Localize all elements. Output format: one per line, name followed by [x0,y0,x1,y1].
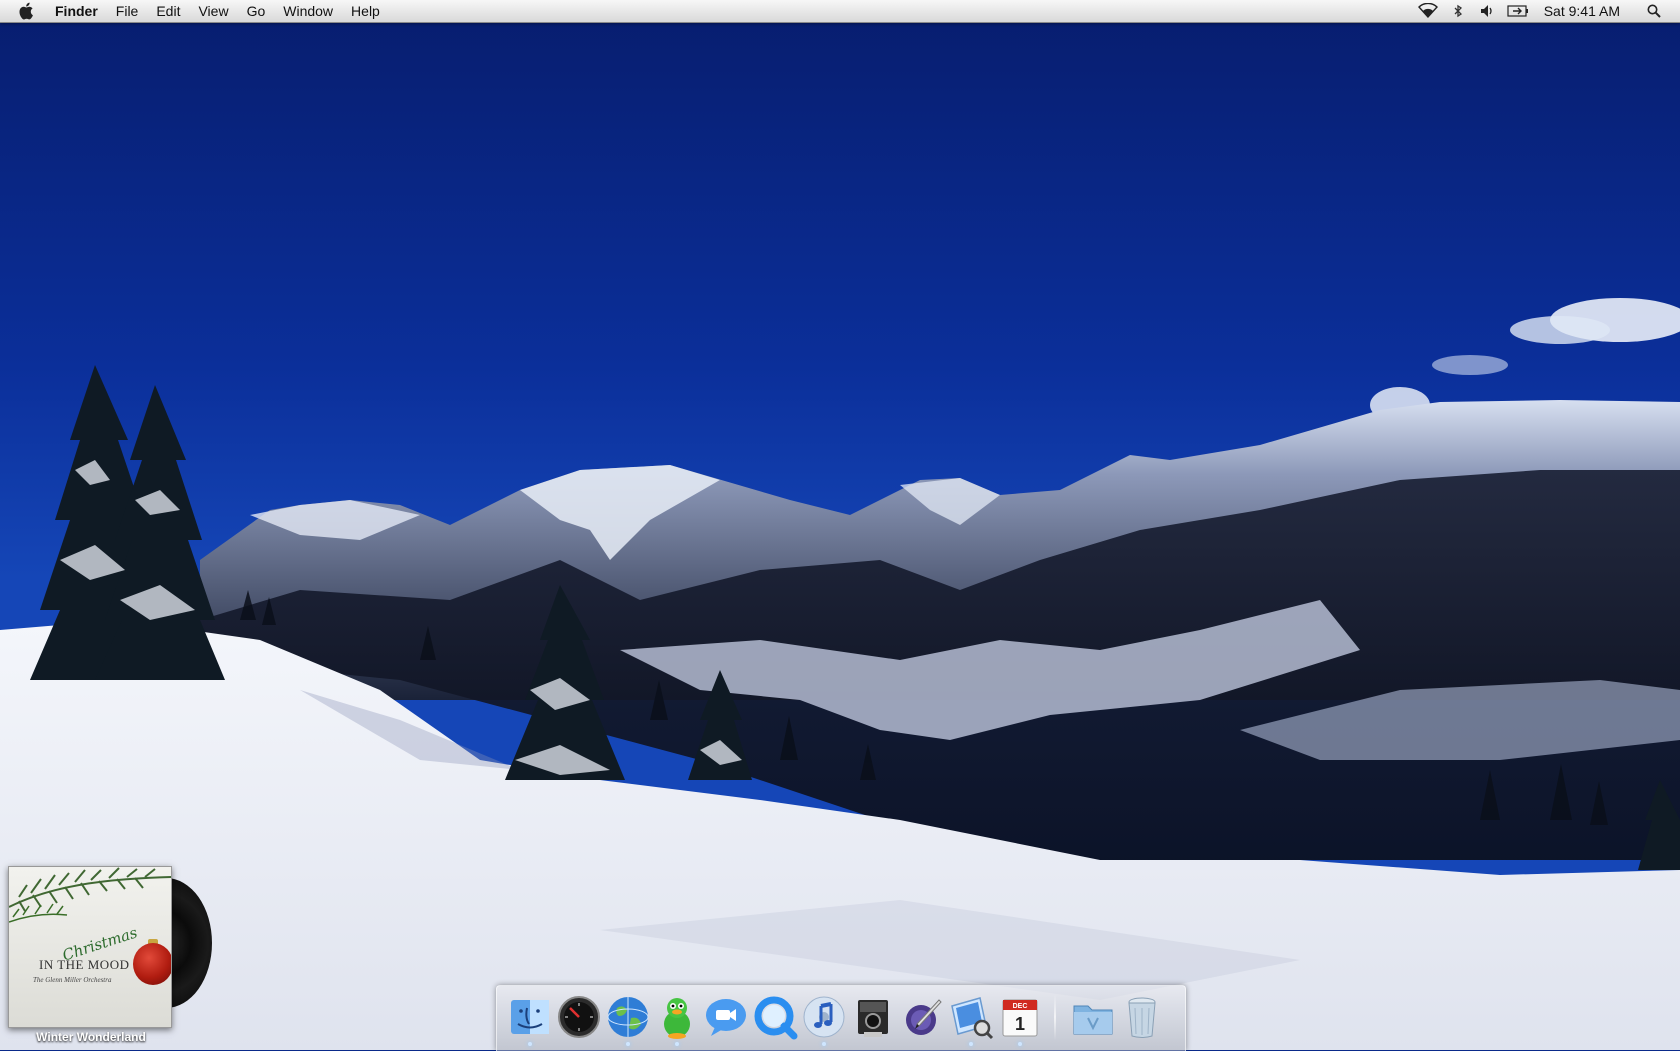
search-icon[interactable] [1642,0,1666,22]
apple-icon[interactable] [18,1,35,21]
itunes-icon [803,996,845,1038]
dock-item-photo-booth[interactable] [850,994,896,1046]
finder-icon [511,1000,549,1034]
dock-item-finder[interactable] [507,994,553,1046]
christmas-ornament-icon [133,943,171,985]
menu-go[interactable]: Go [238,0,275,22]
album-cover: Christmas IN THE MOOD The Glenn Miller O… [8,866,172,1028]
trash-icon [1128,997,1156,1038]
adium-duck-icon [664,998,690,1039]
dock: DEC 1 [496,985,1186,1051]
menu-edit[interactable]: Edit [147,0,189,22]
dock-item-ical[interactable]: DEC 1 [997,994,1043,1046]
menu-help[interactable]: Help [342,0,389,22]
menu-view[interactable]: View [189,0,237,22]
desktop-wallpaper [0,0,1680,1050]
dock-item-trash[interactable] [1119,994,1165,1046]
dock-item-script-editor[interactable] [899,994,945,1046]
safari-globe-icon [607,997,649,1037]
photo-booth-icon [858,1000,888,1037]
dashboard-icon [558,996,600,1038]
menu-app-name[interactable]: Finder [55,0,107,22]
dock-item-preview[interactable] [948,994,994,1046]
dock-item-safari[interactable] [605,994,651,1046]
menu-clock[interactable]: Sat 9:41 AM [1544,3,1620,19]
album-cover-title: IN THE MOOD [39,957,130,972]
dock-item-applications-stack[interactable] [1070,994,1116,1046]
ichat-icon [706,999,746,1036]
menu-file[interactable]: File [107,0,148,22]
running-indicator [626,1042,630,1046]
now-playing-widget[interactable]: Christmas IN THE MOOD The Glenn Miller O… [8,866,212,1046]
dock-item-itunes[interactable] [801,994,847,1046]
dock-item-quicktime[interactable] [752,994,798,1046]
bluetooth-icon[interactable] [1446,0,1470,22]
calendar-icon: DEC 1 [1002,999,1038,1037]
menu-bar: Finder File Edit View Go Window Help Sat… [0,0,1680,23]
running-indicator [528,1042,532,1046]
running-indicator [822,1042,826,1046]
dock-item-adium[interactable] [654,994,700,1046]
album-cover-subtitle: The Glenn Miller Orchestra [33,976,112,984]
dock-item-ichat[interactable] [703,994,749,1046]
dock-separator [1054,994,1056,1040]
running-indicator [1018,1042,1022,1046]
preview-icon [951,997,994,1040]
quicktime-icon [754,996,798,1040]
running-indicator [969,1042,973,1046]
menu-window[interactable]: Window [274,0,342,22]
script-pen-icon [906,999,942,1035]
battery-icon[interactable] [1506,0,1530,22]
track-title: Winter Wonderland [36,1030,146,1044]
folder-icon [1073,1005,1113,1035]
calendar-day: 1 [1015,1014,1025,1034]
wifi-icon[interactable] [1416,0,1440,22]
dock-item-dashboard[interactable] [556,994,602,1046]
running-indicator [675,1042,679,1046]
volume-icon[interactable] [1476,0,1500,22]
calendar-month: DEC [1013,1003,1028,1010]
